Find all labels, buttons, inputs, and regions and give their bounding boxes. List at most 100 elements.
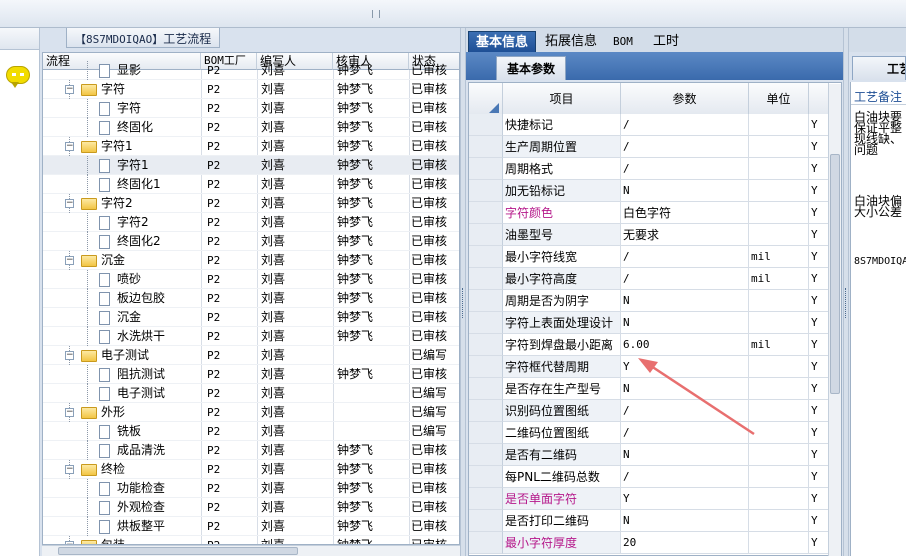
param-value[interactable]: N [621,510,749,532]
table-row[interactable]: 显影 P2 刘喜 钟梦飞 已审核 [43,61,459,80]
params-row[interactable]: 是否有二维码 N Y [469,444,829,466]
main-splitter[interactable] [460,28,466,556]
param-value[interactable]: / [621,136,749,158]
vscroll-thumb[interactable] [830,154,840,394]
table-row[interactable]: 水洗烘干 P2 刘喜 钟梦飞 已审核 [43,327,459,346]
params-row[interactable]: 最小字符线宽 / mil Y [469,246,829,268]
document-icon [99,235,110,249]
param-value[interactable]: / [621,268,749,290]
params-row[interactable]: 油墨型号 无要求 Y [469,224,829,246]
table-row[interactable]: − 外形 P2 刘喜 已编写 [43,403,459,422]
process-grid-hscrollbar[interactable] [42,545,460,556]
notes-splitter[interactable] [843,28,849,556]
table-row[interactable]: −包装P2刘喜钟梦飞已审核 [43,536,459,544]
param-value[interactable]: 无要求 [621,224,749,246]
table-row[interactable]: 电子测试 P2 刘喜 已编写 [43,384,459,403]
param-value[interactable]: / [621,158,749,180]
row-reviewer: 钟梦飞 [337,462,374,476]
table-row[interactable]: 铣板 P2 刘喜 已编写 [43,422,459,441]
table-row[interactable]: − 电子测试 P2 刘喜 已编写 [43,346,459,365]
param-value[interactable]: / [621,114,749,136]
params-row[interactable]: 最小字符厚度 20 Y [469,532,829,554]
params-grid[interactable]: 项目 参数 单位 快捷标记 / Y 生产周期位置 / Y 周期格式 / Y 加无铅标记 N Y 字符颜色 白色字… [468,82,842,556]
param-value[interactable]: N [621,290,749,312]
tab-work-hours[interactable]: 工时 [646,31,686,52]
expander-icon[interactable]: − [65,256,74,265]
hscroll-thumb[interactable] [58,547,298,555]
params-row[interactable]: 是否打印二维码 N Y [469,510,829,532]
params-vscrollbar[interactable] [828,84,841,556]
params-row[interactable]: 生产周期位置 / Y [469,136,829,158]
process-tree-grid[interactable]: 流程 BOM工厂 编写人 核审人 状态 显影 P2 刘喜 钟梦飞 已审核 − 字符 P2 刘喜 钟梦飞 已审核… [42,52,460,545]
col-header-unit[interactable]: 单位 [749,83,809,115]
expander-icon[interactable]: − [65,408,74,417]
expander-icon[interactable]: − [65,465,74,474]
table-row[interactable]: 烘板整平 P2 刘喜 钟梦飞 已审核 [43,517,459,536]
table-row[interactable]: 字符2 P2 刘喜 钟梦飞 已审核 [43,213,459,232]
tab-basic-info[interactable]: 基本信息 [468,31,537,52]
col-header-item[interactable]: 项目 [503,83,621,115]
table-row[interactable]: − 沉金 P2 刘喜 钟梦飞 已审核 [43,251,459,270]
params-row[interactable]: 二维码位置图纸 / Y [469,422,829,444]
param-value[interactable]: 白色字符 [621,202,749,224]
param-value[interactable]: N [621,444,749,466]
table-row[interactable]: 终固化2 P2 刘喜 钟梦飞 已审核 [43,232,459,251]
params-row[interactable]: 字符上表面处理设计 N Y [469,312,829,334]
table-row[interactable]: 字符1 P2 刘喜 钟梦飞 已审核 [43,156,459,175]
param-value[interactable]: 20 [621,532,749,554]
params-row[interactable]: 加无铅标记 N Y [469,180,829,202]
table-row[interactable]: 字符 P2 刘喜 钟梦飞 已审核 [43,99,459,118]
expander-icon[interactable]: − [65,351,74,360]
table-row[interactable]: − 字符 P2 刘喜 钟梦飞 已审核 [43,80,459,99]
tab-extended-info[interactable]: 拓展信息 [538,31,604,52]
table-row[interactable]: − 字符2 P2 刘喜 钟梦飞 已审核 [43,194,459,213]
params-row[interactable]: 周期是否为阴字 N Y [469,290,829,312]
params-row[interactable]: 识别码位置图纸 / Y [469,400,829,422]
param-flag: Y [809,378,829,400]
row-status: 已编写 [411,348,448,362]
expander-icon[interactable]: − [65,142,74,151]
col-header-extra[interactable] [809,83,829,115]
table-row[interactable]: 功能检查 P2 刘喜 钟梦飞 已审核 [43,479,459,498]
top-splitter-grip[interactable] [372,10,380,18]
table-row[interactable]: 沉金 P2 刘喜 钟梦飞 已审核 [43,308,459,327]
row-writer: 刘喜 [261,386,286,400]
table-row[interactable]: 成品清洗 P2 刘喜 钟梦飞 已审核 [43,441,459,460]
tab-basic-params[interactable]: 基本参数 [496,56,567,80]
chat-icon[interactable] [6,66,30,88]
params-row[interactable]: 最小字符高度 / mil Y [469,268,829,290]
table-row[interactable]: 喷砂 P2 刘喜 钟梦飞 已审核 [43,270,459,289]
params-row[interactable]: 周期格式 / Y [469,158,829,180]
params-row[interactable]: 快捷标记 / Y [469,114,829,136]
params-row[interactable]: 是否单面字符 Y Y [469,488,829,510]
table-row[interactable]: − 字符1 P2 刘喜 钟梦飞 已审核 [43,137,459,156]
table-row[interactable]: 终固化 P2 刘喜 钟梦飞 已审核 [43,118,459,137]
param-value[interactable]: 6.00 [621,334,749,356]
params-row[interactable]: 是否存在生产型号 N Y [469,378,829,400]
tab-bom[interactable]: BOM [606,31,640,52]
param-value[interactable]: Y [621,356,749,378]
param-unit [749,202,809,224]
param-value[interactable]: Y [621,488,749,510]
param-value[interactable]: / [621,466,749,488]
param-value[interactable]: N [621,180,749,202]
table-row[interactable]: 阻抗测试 P2 刘喜 钟梦飞 已审核 [43,365,459,384]
params-row[interactable]: 字符框代替周期 Y Y [469,356,829,378]
row-status: 已审核 [411,196,448,210]
params-row[interactable]: 字符颜色 白色字符 Y [469,202,829,224]
table-row[interactable]: 终固化1 P2 刘喜 钟梦飞 已审核 [43,175,459,194]
param-value[interactable]: N [621,378,749,400]
tab-process-notes[interactable]: 工艺 [852,56,906,80]
params-row[interactable]: 字符到焊盘最小距离 6.00 mil Y [469,334,829,356]
table-row[interactable]: 外观检查 P2 刘喜 钟梦飞 已审核 [43,498,459,517]
param-value[interactable]: / [621,400,749,422]
param-value[interactable]: / [621,246,749,268]
col-header-param[interactable]: 参数 [621,83,749,115]
expander-icon[interactable]: − [65,199,74,208]
param-value[interactable]: N [621,312,749,334]
table-row[interactable]: 板边包胶 P2 刘喜 钟梦飞 已审核 [43,289,459,308]
expander-icon[interactable]: − [65,85,74,94]
table-row[interactable]: − 终检 P2 刘喜 钟梦飞 已审核 [43,460,459,479]
params-row[interactable]: 每PNL二维码总数 / Y [469,466,829,488]
param-value[interactable]: / [621,422,749,444]
